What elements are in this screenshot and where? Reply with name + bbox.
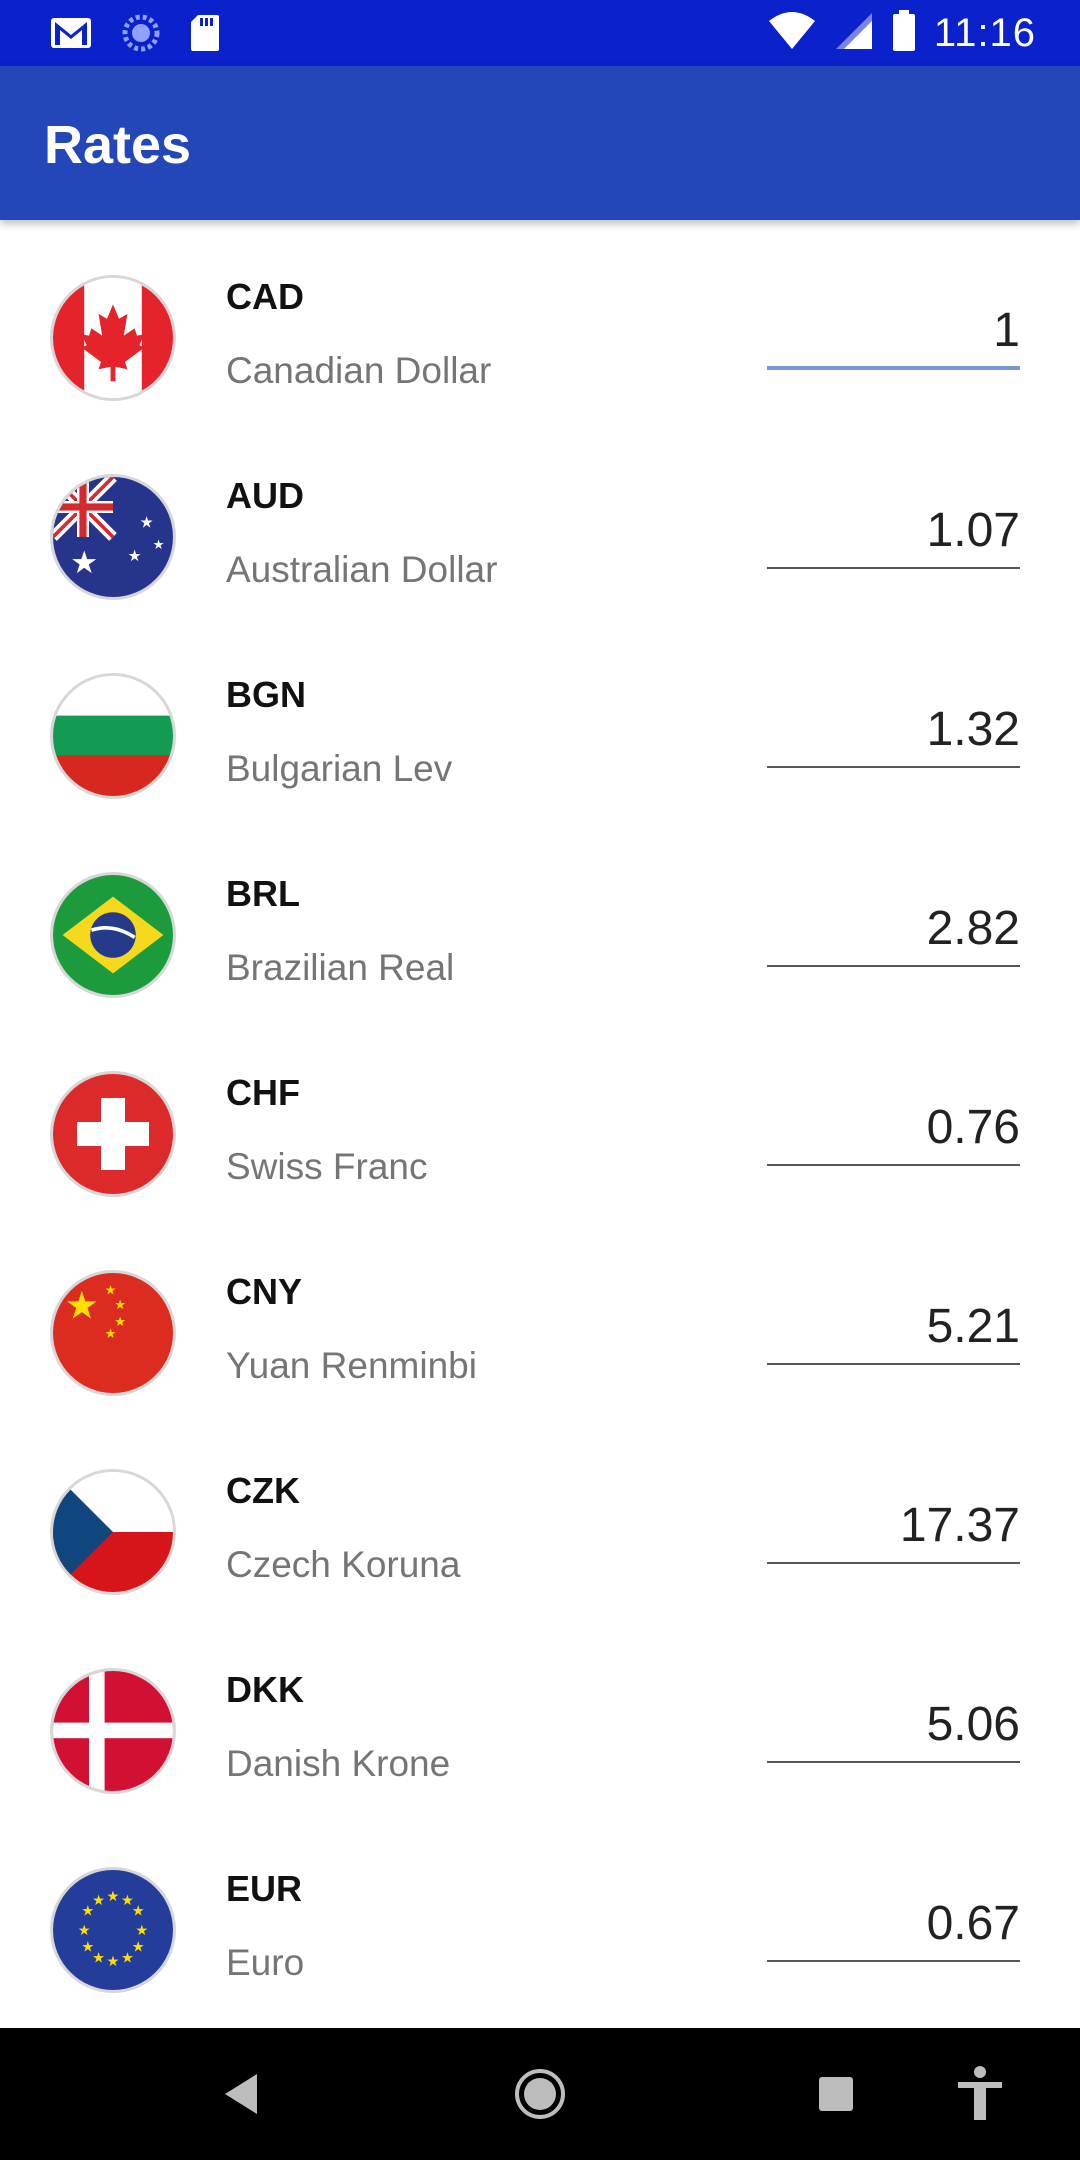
svg-text:★: ★ [81,1940,94,1956]
brazil-flag-icon [50,872,176,998]
currency-code: CZK [226,1470,300,1511]
currency-code: CNY [226,1271,303,1312]
rate-input-aud[interactable] [767,499,1020,569]
rate-input-dkk[interactable] [767,1693,1020,1763]
rate-row-chf[interactable]: CHF Swiss Franc [0,1016,1080,1215]
app-bar: Rates [0,66,1080,220]
svg-text:★: ★ [132,1904,145,1920]
switzerland-flag-icon [50,1071,176,1197]
status-time: 11:16 [933,11,1036,55]
svg-text:★: ★ [70,545,98,580]
gmail-icon [50,17,92,54]
denmark-flag-icon [50,1668,176,1794]
rate-row-dkk[interactable]: DKK Danish Krone [0,1613,1080,1812]
sync-icon [122,14,160,57]
recents-icon[interactable] [800,2058,872,2130]
currency-code: BRL [226,873,300,914]
rate-row-brl[interactable]: BRL Brazilian Real [0,817,1080,1016]
currency-name: Czech Koruna [226,1544,461,1585]
accessibility-icon[interactable] [944,2058,1016,2130]
currency-name: Euro [226,1942,305,1983]
currency-name: Australian Dollar [226,549,498,590]
currency-name: Bulgarian Lev [226,748,453,789]
currency-name: Canadian Dollar [226,350,492,391]
currency-name: Yuan Renminbi [226,1345,477,1386]
home-icon[interactable] [504,2058,576,2130]
svg-text:★: ★ [128,548,142,565]
rate-row-cad[interactable]: CAD Canadian Dollar [0,220,1080,419]
navigation-bar [0,2028,1080,2160]
australia-flag-icon: ★ ★ ★ ★ [50,474,176,600]
rate-row-bgn[interactable]: BGN Bulgarian Lev [0,618,1080,817]
currency-code: BGN [226,674,306,715]
currency-code: AUD [226,475,304,516]
currency-code: CAD [226,276,304,317]
rate-input-czk[interactable] [767,1494,1020,1564]
svg-text:★: ★ [107,1889,120,1905]
bulgaria-flag-icon [50,673,176,799]
svg-text:★: ★ [153,537,165,552]
rate-input-chf[interactable] [767,1096,1020,1166]
cell-signal-icon [834,11,874,56]
currency-code: EUR [226,1868,303,1909]
rate-input-cad[interactable] [767,300,1020,370]
svg-text:★: ★ [107,1954,120,1970]
svg-text:★: ★ [92,1893,105,1909]
svg-text:★: ★ [65,1285,99,1328]
canada-flag-icon [50,275,176,401]
rate-row-eur[interactable]: ★ ★ ★ ★ ★ ★ ★ ★ ★ ★ ★ ★ EUR Euro [0,1812,1080,2011]
wifi-icon [768,11,816,56]
svg-text:★: ★ [105,1326,117,1341]
eu-flag-icon: ★ ★ ★ ★ ★ ★ ★ ★ ★ ★ ★ ★ [50,1867,176,1993]
svg-text:★: ★ [78,1923,91,1939]
china-flag-icon: ★ ★ ★ ★ ★ [50,1270,176,1396]
svg-text:★: ★ [121,1950,134,1966]
currency-code: DKK [226,1669,304,1710]
svg-text:★: ★ [135,1923,148,1939]
battery-icon [892,10,916,57]
svg-text:★: ★ [114,1297,126,1312]
czech-flag-icon [50,1469,176,1595]
rate-input-bgn[interactable] [767,698,1020,768]
status-bar: 11:16 [0,0,1080,66]
svg-text:★: ★ [105,1283,117,1298]
rate-row-czk[interactable]: CZK Czech Koruna [0,1414,1080,1613]
currency-code: CHF [226,1072,300,1113]
rates-list[interactable]: CAD Canadian Dollar ★★★★ AUD Australian … [0,220,1080,2028]
rate-input-eur[interactable] [767,1892,1020,1962]
sd-card-icon [190,14,220,57]
svg-text:★: ★ [140,514,154,531]
page-title: Rates [44,115,192,175]
rate-input-cny[interactable] [767,1295,1020,1365]
rate-input-brl[interactable] [767,897,1020,967]
currency-name: Danish Krone [226,1743,451,1784]
currency-name: Brazilian Real [226,947,455,988]
currency-name: Swiss Franc [226,1146,428,1187]
rate-row-aud[interactable]: ★ ★ ★ ★ AUD Australian Dollar [0,419,1080,618]
rate-row-cny[interactable]: ★ ★ ★ ★ ★ CNY Yuan Renminbi [0,1215,1080,1414]
back-icon[interactable] [205,2058,277,2130]
